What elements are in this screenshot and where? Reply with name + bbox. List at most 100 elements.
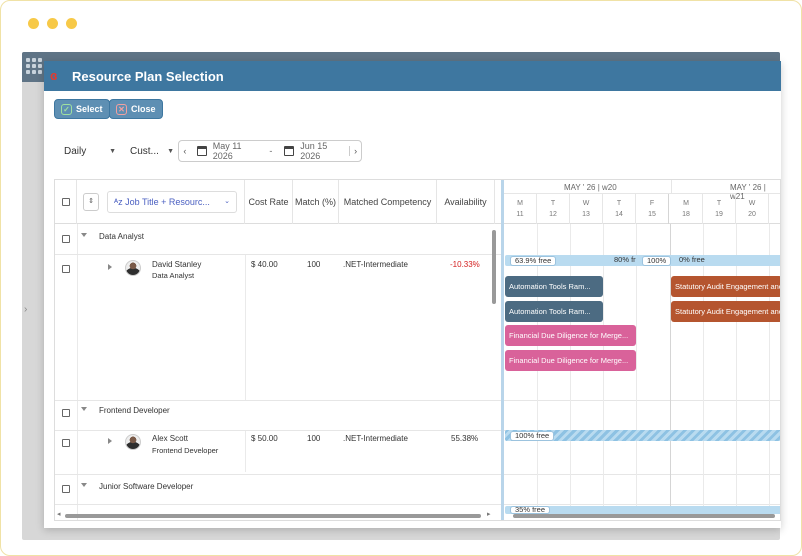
resource-role: Frontend Developer bbox=[152, 446, 219, 455]
close-icon: ✕ bbox=[116, 103, 127, 115]
collapse-group-icon[interactable] bbox=[81, 483, 87, 487]
start-date[interactable]: May 11 2026 bbox=[213, 141, 264, 161]
granularity-value: Daily bbox=[64, 145, 87, 157]
avatar bbox=[125, 434, 141, 450]
window-dot-2 bbox=[47, 18, 58, 29]
window-dot-1 bbox=[28, 18, 39, 29]
group-by-cell: ⇕ ᴬᴢ Job Title + Resourc... ⌄ bbox=[77, 180, 245, 224]
day-of-week: W bbox=[582, 200, 590, 207]
dialog-title: Resource Plan Selection bbox=[72, 68, 224, 84]
chevron-down-icon: ▼ bbox=[109, 147, 116, 155]
availability-pill: 100% free bbox=[510, 431, 555, 441]
availability-pill: 35% free bbox=[510, 506, 551, 514]
day-of-week: W bbox=[748, 200, 756, 207]
calendar-icon[interactable] bbox=[284, 146, 295, 156]
collapse-group-icon[interactable] bbox=[81, 407, 87, 411]
expand-row-icon[interactable] bbox=[108, 264, 112, 270]
availability-pill: 80% fr bbox=[614, 256, 636, 264]
group-title: Data Analyst bbox=[99, 232, 144, 241]
resource-role: Data Analyst bbox=[152, 271, 195, 280]
select-button[interactable]: ✓ Select bbox=[54, 99, 110, 119]
day-date: 14 bbox=[615, 211, 623, 218]
day-date: 15 bbox=[648, 211, 656, 218]
apps-grid-icon[interactable] bbox=[26, 58, 42, 74]
sidebar-expand-icon[interactable]: › bbox=[24, 304, 27, 315]
resource-plan-dialog: ɞ Resource Plan Selection ✓ Select ✕ Clo… bbox=[44, 61, 781, 528]
close-button-label: Close bbox=[131, 104, 156, 114]
task-bar-automation[interactable]: Automation Tools Ram... bbox=[505, 301, 603, 322]
chevron-down-icon: ⌄ bbox=[224, 198, 230, 205]
group-checkbox[interactable] bbox=[62, 409, 70, 417]
day-date: 19 bbox=[715, 211, 723, 218]
resource-name[interactable]: David Stanley bbox=[152, 260, 201, 269]
scroll-right-icon[interactable]: ▸ bbox=[487, 510, 491, 518]
select-all-cell bbox=[55, 180, 77, 224]
task-bar-automation[interactable]: Automation Tools Ram... bbox=[505, 276, 603, 297]
group-by-select[interactable]: ᴬᴢ Job Title + Resourc... ⌄ bbox=[107, 191, 237, 213]
day-of-week: M bbox=[517, 200, 523, 207]
date-range-picker: ‹ May 11 2026 - Jun 15 2026 › bbox=[178, 140, 362, 162]
collapse-group-icon[interactable] bbox=[81, 233, 87, 237]
prev-range-icon[interactable]: ‹ bbox=[179, 146, 191, 156]
timeline-week-header: MAY ' 26 | w20 MAY ' 26 | w21 bbox=[504, 180, 780, 201]
expand-row-icon[interactable] bbox=[108, 438, 112, 444]
scroll-left-icon[interactable]: ◂ bbox=[57, 510, 61, 518]
timeline-horizontal-scrollbar[interactable] bbox=[513, 514, 775, 518]
day-of-week: T bbox=[616, 200, 622, 207]
group-checkbox[interactable] bbox=[62, 485, 70, 493]
end-date[interactable]: Jun 15 2026 bbox=[300, 141, 349, 161]
check-icon: ✓ bbox=[61, 103, 72, 115]
row-checkbox[interactable] bbox=[62, 265, 70, 273]
app-logo-icon: ɞ bbox=[50, 68, 58, 83]
range-type-select[interactable]: Cust... ▼ bbox=[130, 140, 174, 162]
day-date: 20 bbox=[748, 211, 756, 218]
day-of-week: F bbox=[649, 200, 655, 207]
cost-rate: $ 50.00 bbox=[251, 434, 278, 443]
day-date: 18 bbox=[682, 211, 690, 218]
avatar bbox=[125, 260, 141, 276]
match-percent: 100 bbox=[307, 434, 321, 443]
matched-competency: .NET-Intermediate bbox=[343, 260, 408, 269]
sort-toggle-icon[interactable]: ⇕ bbox=[83, 193, 99, 211]
day-of-week: T bbox=[716, 200, 722, 207]
col-header-competency[interactable]: Matched Competency bbox=[339, 180, 437, 224]
resource-name[interactable]: Alex Scott bbox=[152, 434, 188, 443]
timeline-day-header: M 11 T 12 W 13 T 14 F 15 M 18 T 19 W 20 bbox=[504, 194, 780, 224]
col-header-cost-rate[interactable]: Cost Rate bbox=[245, 180, 293, 224]
resource-grid: ⇕ ᴬᴢ Job Title + Resourc... ⌄ Cost Rate M… bbox=[54, 179, 781, 521]
vertical-scrollbar[interactable] bbox=[492, 230, 496, 304]
week-label: MAY ' 26 | w20 bbox=[564, 183, 617, 192]
granularity-select[interactable]: Daily ▼ bbox=[64, 140, 116, 162]
col-header-match[interactable]: Match (%) bbox=[293, 180, 339, 224]
task-bar-financial[interactable]: Financial Due Diligence for Merge... bbox=[505, 350, 636, 371]
cost-rate: $ 40.00 bbox=[251, 260, 278, 269]
window-dot-3 bbox=[66, 18, 77, 29]
dialog-header: ɞ Resource Plan Selection bbox=[44, 61, 781, 91]
availability-pill: 0% free bbox=[679, 256, 705, 264]
select-button-label: Select bbox=[76, 104, 103, 114]
match-percent: 100 bbox=[307, 260, 321, 269]
day-date: 11 bbox=[516, 211, 524, 218]
select-all-checkbox[interactable] bbox=[62, 198, 70, 206]
row-checkbox[interactable] bbox=[62, 439, 70, 447]
task-bar-statutory[interactable]: Statutory Audit Engagement and bbox=[671, 301, 780, 322]
availability-pill: 100% bbox=[642, 256, 672, 266]
date-separator: - bbox=[269, 146, 273, 156]
group-title: Frontend Developer bbox=[99, 406, 170, 415]
next-range-icon[interactable]: › bbox=[349, 146, 361, 156]
calendar-icon[interactable] bbox=[196, 146, 207, 156]
group-title: Junior Software Developer bbox=[99, 482, 194, 491]
range-type-value: Cust... bbox=[130, 145, 159, 157]
group-checkbox[interactable] bbox=[62, 235, 70, 243]
close-button[interactable]: ✕ Close bbox=[109, 99, 163, 119]
pane-splitter[interactable] bbox=[501, 180, 504, 520]
matched-competency: .NET-Intermediate bbox=[343, 434, 408, 443]
horizontal-scrollbar[interactable] bbox=[65, 514, 481, 518]
task-bar-financial[interactable]: Financial Due Diligence for Merge... bbox=[505, 325, 636, 346]
day-date: 13 bbox=[582, 211, 590, 218]
col-header-availability[interactable]: Availability bbox=[437, 180, 495, 224]
availability-value: 55.38% bbox=[451, 434, 479, 443]
task-bar-statutory[interactable]: Statutory Audit Engagement and bbox=[671, 276, 780, 297]
group-by-icon: ᴬᴢ bbox=[114, 197, 126, 207]
day-date: 12 bbox=[549, 211, 557, 218]
